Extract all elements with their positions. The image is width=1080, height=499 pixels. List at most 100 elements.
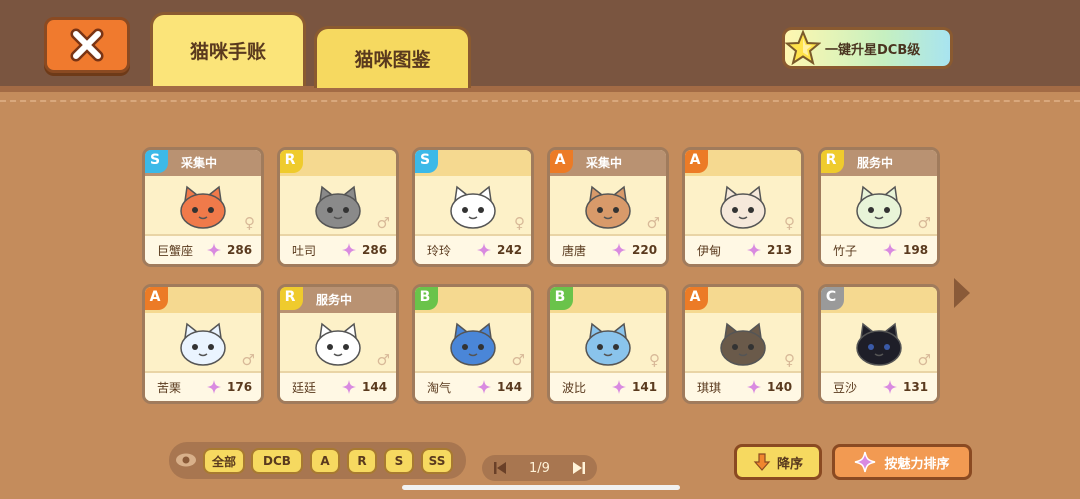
tab-label: 猫咪手账 (189, 41, 266, 63)
cat-card[interactable]: R ♂ 吐司 286 (277, 147, 399, 267)
charm-score: 131 (903, 380, 929, 394)
charm-icon (342, 380, 356, 394)
charm-score: 141 (632, 380, 658, 394)
filter-dcb-chip[interactable]: DCB (251, 448, 303, 474)
rank-badge: B (550, 287, 573, 310)
home-indicator (402, 485, 680, 490)
charm-icon (612, 380, 626, 394)
status-label: 采集中 (586, 156, 623, 170)
filter-s-chip[interactable]: S (384, 448, 414, 474)
charm-icon (883, 243, 897, 257)
card-footer: 淘气 144 (415, 371, 531, 401)
cat-card[interactable]: R 服务中 ♂ 竹子 198 (818, 147, 940, 267)
card-footer: 廷廷 144 (280, 371, 396, 401)
cat-name: 淘气 (427, 380, 452, 395)
rank-badge: A (685, 287, 708, 310)
tab-cat-journal[interactable]: 猫咪手账 (150, 12, 306, 86)
cat-card[interactable]: A ♀ 伊甸 213 (682, 147, 804, 267)
rank-badge: C (821, 287, 844, 310)
cat-card[interactable]: A ♀ 琪琪 140 (682, 284, 804, 404)
hair-cat-icon (693, 180, 793, 234)
charm-score: 198 (903, 243, 929, 257)
card-footer: 苦栗 176 (145, 371, 261, 401)
charm-score: 286 (227, 243, 253, 257)
sort-descending-button[interactable]: 降序 (734, 444, 822, 480)
gender-icon: ♂ (376, 351, 390, 369)
filter-a-chip[interactable]: A (310, 448, 340, 474)
cat-name: 廷廷 (292, 380, 317, 395)
charm-score: 144 (497, 380, 523, 394)
filter-r-chip[interactable]: R (347, 448, 377, 474)
sailor-cat-icon (423, 180, 523, 234)
last-page-icon[interactable] (572, 462, 585, 474)
police-cat-icon (693, 317, 793, 371)
cat-name: 苦栗 (157, 380, 182, 395)
charm-icon (207, 380, 221, 394)
cat-card[interactable]: S ♀ 玲玲 242 (412, 147, 534, 267)
gender-icon: ♀ (244, 214, 255, 232)
rank-badge: B (415, 287, 438, 310)
charm-icon (747, 243, 761, 257)
cat-name: 玲玲 (427, 243, 452, 258)
cat-card[interactable]: R 服务中 ♂ 廷廷 144 (277, 284, 399, 404)
tab-cat-encyclopedia[interactable]: 猫咪图鉴 (314, 26, 471, 88)
gender-icon: ♀ (514, 214, 525, 232)
sort-by-charm-button[interactable]: 按魅力排序 (832, 444, 972, 480)
next-page-arrow-icon[interactable] (952, 276, 972, 310)
charm-icon (342, 243, 356, 257)
card-footer: 琪琪 140 (685, 371, 801, 401)
panel-stitch (0, 100, 1080, 102)
crab-cat-icon (153, 180, 253, 234)
close-icon (70, 28, 104, 62)
card-footer: 波比 141 (550, 371, 666, 401)
filter-all-chip[interactable]: 全部 (203, 448, 245, 474)
page-indicator: 1/9 (529, 460, 550, 476)
card-footer: 吐司 286 (280, 234, 396, 264)
card-footer: 巨蟹座 286 (145, 234, 261, 264)
gender-icon: ♂ (511, 351, 525, 369)
status-label: 服务中 (316, 293, 353, 307)
charm-icon (477, 243, 491, 257)
blue-cat-icon (423, 317, 523, 371)
charm-score: 176 (227, 380, 253, 394)
charm-score: 286 (362, 243, 388, 257)
cat-card[interactable]: A ♂ 苦栗 176 (142, 284, 264, 404)
close-button[interactable] (44, 17, 130, 73)
cat-name: 伊甸 (697, 243, 722, 258)
card-footer: 伊甸 213 (685, 234, 801, 264)
bamboo-cat-icon (829, 180, 929, 234)
filter-ss-chip[interactable]: SS (421, 448, 453, 474)
charm-icon (477, 380, 491, 394)
gender-icon: ♂ (646, 214, 660, 232)
eye-icon[interactable] (175, 452, 197, 468)
cat-card[interactable]: A 采集中 ♂ 唐唐 220 (547, 147, 669, 267)
down-arrow-icon (753, 453, 771, 471)
cat-name: 巨蟹座 (157, 243, 194, 258)
cat-card[interactable]: B ♀ 波比 141 (547, 284, 669, 404)
rank-badge: A (145, 287, 168, 310)
first-page-icon[interactable] (494, 462, 506, 474)
gender-icon: ♀ (784, 351, 795, 369)
cat-name: 豆沙 (833, 380, 858, 395)
white-cat-icon (288, 317, 388, 371)
rank-badge: A (685, 150, 708, 173)
gender-icon: ♀ (649, 351, 660, 369)
cat-card[interactable]: S 采集中 ♀ 巨蟹座 286 (142, 147, 264, 267)
card-footer: 豆沙 131 (821, 371, 937, 401)
rank-badge: A (550, 150, 573, 173)
one-click-upgrade-button[interactable]: 一键升星DCB级 (782, 27, 953, 69)
charm-score: 220 (632, 243, 658, 257)
cat-card[interactable]: C ♂ 豆沙 131 (818, 284, 940, 404)
charm-score: 213 (767, 243, 793, 257)
tab-label: 猫咪图鉴 (354, 49, 431, 71)
cat-name: 波比 (562, 380, 587, 395)
charm-icon (747, 380, 761, 394)
upgrade-label: 一键升星DCB级 (825, 42, 921, 58)
rank-badge: R (280, 150, 303, 173)
cat-name: 竹子 (833, 243, 858, 258)
helmet-cat-icon (153, 317, 253, 371)
gender-icon: ♂ (376, 214, 390, 232)
cat-card[interactable]: B ♂ 淘气 144 (412, 284, 534, 404)
lightblue-cat-icon (558, 317, 658, 371)
glasses-cat-icon (558, 180, 658, 234)
